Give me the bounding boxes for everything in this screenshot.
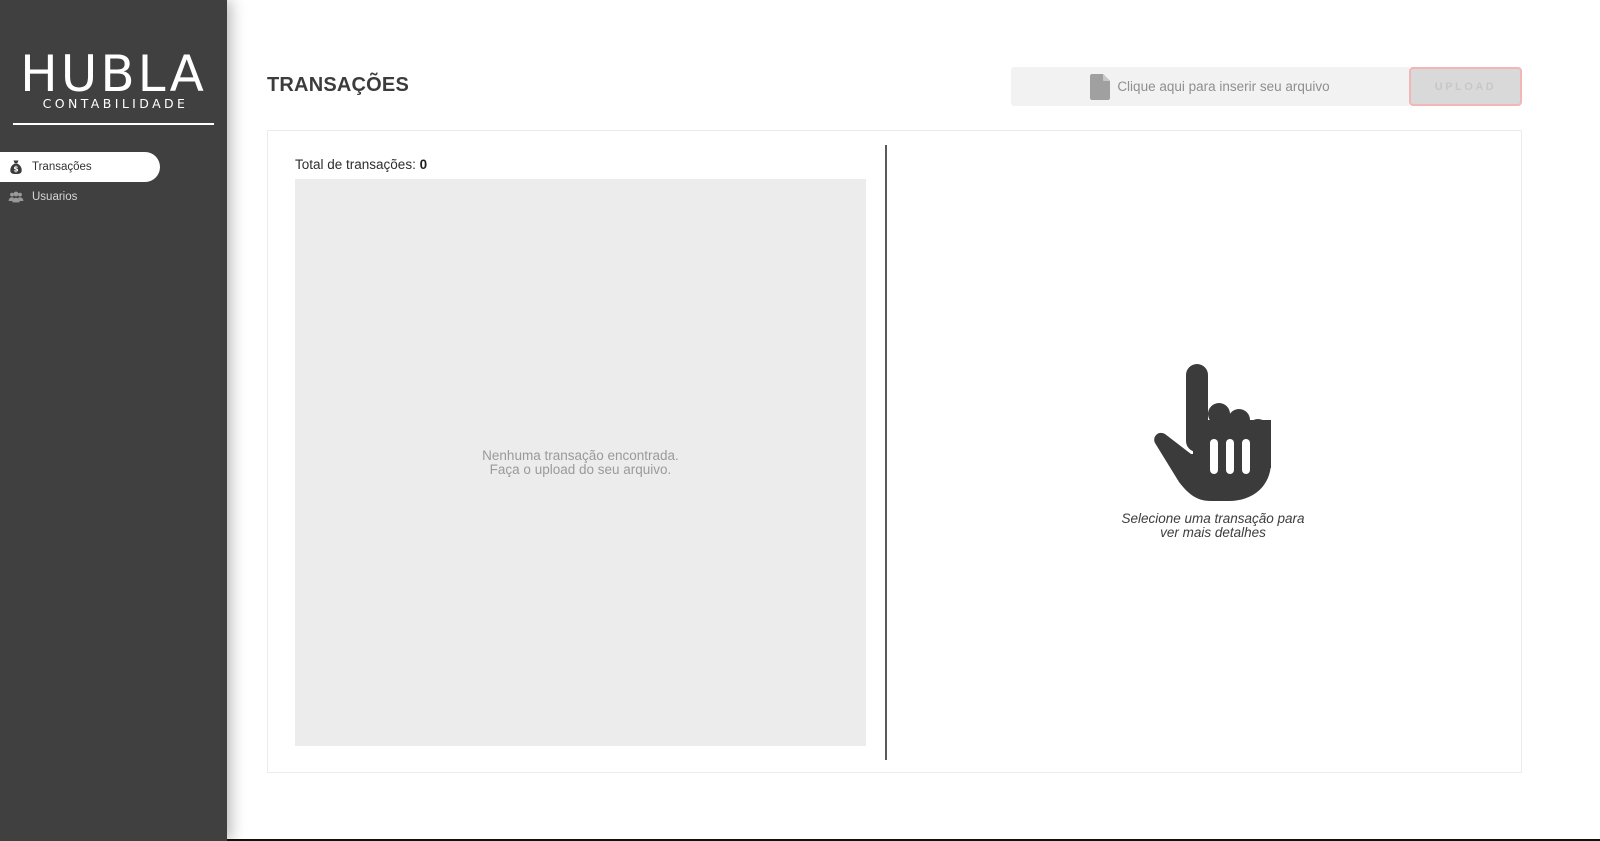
logo-divider bbox=[13, 123, 214, 125]
brand-name: HUBLA bbox=[20, 45, 207, 103]
file-input-placeholder: Clique aqui para inserir seu arquivo bbox=[1117, 79, 1330, 94]
transactions-total: Total de transações: 0 bbox=[295, 157, 427, 172]
sidebar-item-label: Usuarios bbox=[32, 191, 78, 203]
select-prompt-line-1: Selecione uma transação para bbox=[1121, 511, 1305, 526]
transactions-total-count: 0 bbox=[419, 157, 428, 172]
transactions-list[interactable]: Nenhuma transação encontrada. Faça o upl… bbox=[295, 179, 866, 746]
app-root: HUBLA CONTABILIDADE $ Transações Usuario… bbox=[0, 0, 1600, 841]
sidebar-item-transacoes[interactable]: $ Transações bbox=[0, 152, 160, 182]
empty-state-line-2: Faça o upload do seu arquivo. bbox=[489, 461, 672, 477]
money-bag-icon: $ bbox=[8, 159, 24, 175]
upload-button[interactable]: UPLOAD bbox=[1409, 67, 1522, 106]
brand-logo: HUBLA CONTABILIDADE bbox=[0, 48, 227, 111]
transactions-total-label: Total de transações: bbox=[295, 157, 420, 172]
users-icon bbox=[8, 189, 24, 205]
sidebar-nav: $ Transações Usuarios bbox=[0, 152, 227, 212]
file-icon bbox=[1090, 73, 1111, 100]
select-transaction-prompt: Selecione uma transação para ver mais de… bbox=[1098, 512, 1328, 540]
sidebar: HUBLA CONTABILIDADE $ Transações Usuario… bbox=[0, 0, 227, 841]
transaction-details: Selecione uma transação para ver mais de… bbox=[888, 131, 1521, 774]
empty-state-message: Nenhuma transação encontrada. Faça o upl… bbox=[482, 447, 679, 477]
page-title: TRANSAÇÕES bbox=[267, 74, 410, 96]
file-input[interactable]: Clique aqui para inserir seu arquivo bbox=[1011, 67, 1409, 106]
svg-text:$: $ bbox=[13, 165, 18, 174]
select-prompt-line-2: ver mais detalhes bbox=[1160, 525, 1266, 540]
transactions-panel: Total de transações: 0 Nenhuma transação… bbox=[267, 130, 1522, 773]
empty-state-line-1: Nenhuma transação encontrada. bbox=[482, 447, 679, 463]
sidebar-item-label: Transações bbox=[32, 161, 92, 173]
upload-bar: Clique aqui para inserir seu arquivo UPL… bbox=[1011, 67, 1522, 106]
pointing-hand-icon bbox=[1153, 364, 1271, 501]
sidebar-item-usuarios[interactable]: Usuarios bbox=[0, 182, 160, 212]
panel-divider bbox=[885, 145, 887, 760]
